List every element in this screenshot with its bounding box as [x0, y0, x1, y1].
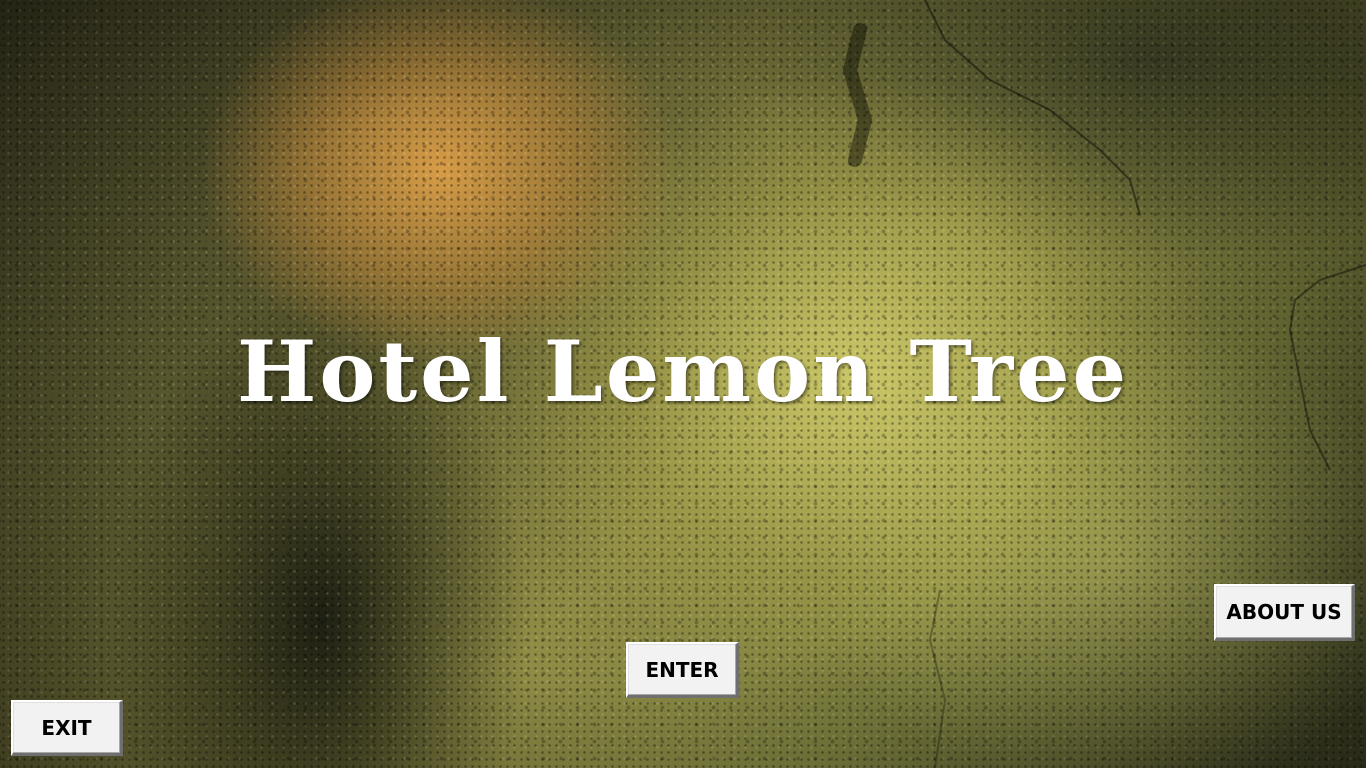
hotel-title: Hotel Lemon Tree [236, 322, 1130, 421]
exit-button[interactable]: EXIT [11, 700, 123, 756]
about-us-button[interactable]: ABOUT US [1214, 584, 1355, 641]
splash-screen: Hotel Lemon Tree ABOUT US ENTER EXIT [0, 0, 1366, 768]
enter-button[interactable]: ENTER [626, 642, 739, 698]
